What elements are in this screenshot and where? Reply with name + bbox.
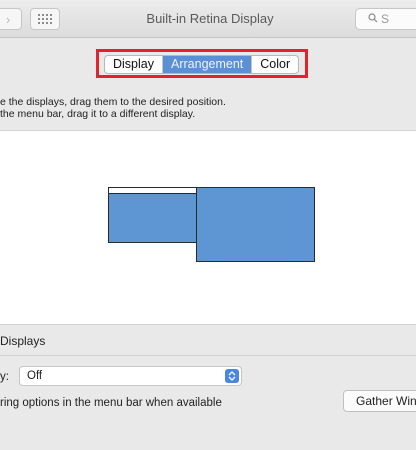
tab-bar: Display Arrangement Color: [104, 55, 300, 74]
forward-button[interactable]: ›: [0, 8, 22, 30]
instruction-line-1: e the displays, drag them to the desired…: [0, 96, 226, 108]
divider: [0, 355, 416, 356]
search-icon: [368, 9, 378, 29]
airplay-display-select[interactable]: Off: [19, 366, 242, 386]
instruction-line-2: the menu bar, drag it to a different dis…: [0, 108, 196, 120]
lower-panel: [0, 325, 416, 450]
show-all-button[interactable]: [30, 8, 60, 30]
toolbar: › Built-in Retina Display S: [0, 0, 416, 38]
chevron-right-icon: ›: [5, 11, 11, 27]
tab-display[interactable]: Display: [105, 56, 163, 73]
airplay-select-value: Off: [27, 370, 43, 382]
display-builtin[interactable]: [108, 187, 197, 243]
grid-icon: [38, 14, 52, 24]
gather-windows-button[interactable]: Gather Win: [343, 390, 416, 412]
tab-arrangement[interactable]: Arrangement: [163, 56, 253, 73]
chevron-up-down-icon: [225, 369, 239, 383]
window-title: Built-in Retina Display: [146, 11, 274, 26]
search-placeholder: S: [381, 12, 390, 26]
mirroring-options-label: ring options in the menu bar when availa…: [0, 397, 222, 409]
search-field[interactable]: S: [355, 8, 416, 30]
tab-color[interactable]: Color: [252, 56, 298, 73]
mirror-displays-label: Displays: [0, 334, 46, 348]
display-external[interactable]: [196, 187, 315, 262]
airplay-label: y:: [0, 371, 9, 383]
menu-bar-indicator[interactable]: [109, 188, 196, 194]
